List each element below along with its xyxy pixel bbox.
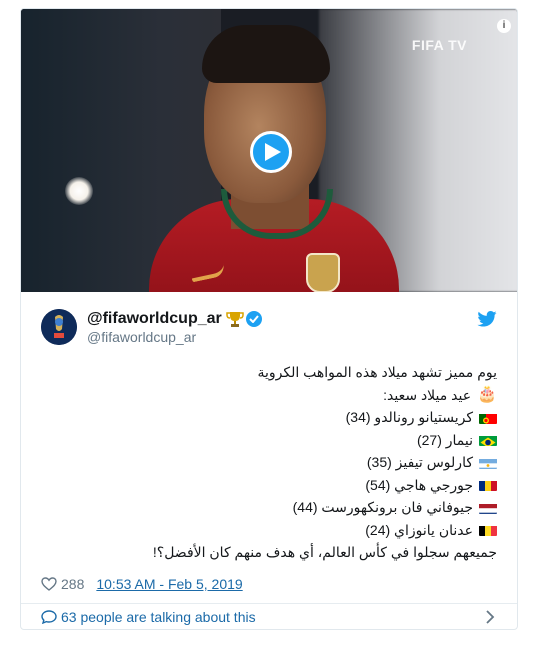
conversation-link[interactable]: 63 people are talking about this [41,605,256,629]
play-button[interactable] [250,131,292,173]
player-text: نيمار (27) [416,431,473,448]
tweet-timestamp-link[interactable]: 10:53 AM - Feb 5, 2019 [96,576,242,592]
tweet-intro: يوم مميز تشهد ميلاد هذه المواهب الكروية [37,361,497,384]
argentina-flag-icon [479,456,497,469]
conversation-text[interactable]: 63 people are talking about this [61,609,256,625]
divider [21,603,517,604]
video-player[interactable]: FIFA TV i [21,9,517,292]
portugal-flag-icon [479,411,497,424]
account-handle[interactable]: @fifaworldcup_ar [87,329,196,345]
tweet-closing: جميعهم سجلوا في كأس العالم، أي هدف منهم … [37,541,497,564]
player-text: كارلوس تيفيز (35) [366,454,473,470]
player-line: كارلوس تيفيز (35) [37,451,497,474]
stadium-light [65,177,93,205]
tweet-stats: 288 10:53 AM - Feb 5, 2019 [41,575,243,593]
player-text: عدنان يانوزاي (24) [365,521,473,538]
world-cup-logo-icon [41,309,77,345]
play-icon [265,143,281,161]
chevron-right-icon[interactable] [485,610,495,624]
netherlands-flag-icon [479,501,497,514]
heart-icon[interactable] [41,577,57,591]
twitter-bird-icon[interactable] [477,311,497,327]
tweet-card: FIFA TV i @fifaworldcup_ar @fifaworldcup… [20,8,518,630]
greeting-text: عيد ميلاد سعيد: [383,386,472,403]
player-line: جورجي هاجي (54) [37,474,497,497]
info-icon[interactable]: i [497,19,511,33]
verified-icon [245,311,262,327]
player-line: عدنان يانوزاي (24) [37,519,497,542]
birthday-cake-icon: 🎂 [477,385,497,403]
trophy-icon [225,312,244,327]
tweet-text: يوم مميز تشهد ميلاد هذه المواهب الكروية … [37,361,497,564]
intro-text: يوم مميز تشهد ميلاد هذه المواهب الكروية [257,364,497,380]
player-line: نيمار (27) [37,429,497,452]
player-hair [202,25,330,83]
player-line: كريستيانو رونالدو (34) [37,406,497,429]
player-line: جيوفاني فان برونكهورست (44) [37,496,497,519]
belgium-flag-icon [479,523,497,537]
closing-text: جميعهم سجلوا في كأس العالم، أي هدف منهم … [152,544,497,560]
player-text: كريستيانو رونالدو (34) [345,409,473,425]
fifa-tv-watermark: FIFA TV [411,37,467,53]
avatar[interactable] [41,309,77,345]
like-count[interactable]: 288 [61,576,84,592]
tweet-greeting: 🎂 عيد ميلاد سعيد: [37,384,497,407]
reply-bubble-icon [41,610,57,624]
brazil-flag-icon [479,433,497,447]
account-name-row[interactable]: @fifaworldcup_ar [87,309,262,329]
player-text: جورجي هاجي (54) [365,476,473,493]
shirt-crest [306,253,340,292]
display-name[interactable]: @fifaworldcup_ar [87,310,222,328]
romania-flag-icon [479,478,497,492]
player-text: جيوفاني فان برونكهورست (44) [292,499,473,515]
